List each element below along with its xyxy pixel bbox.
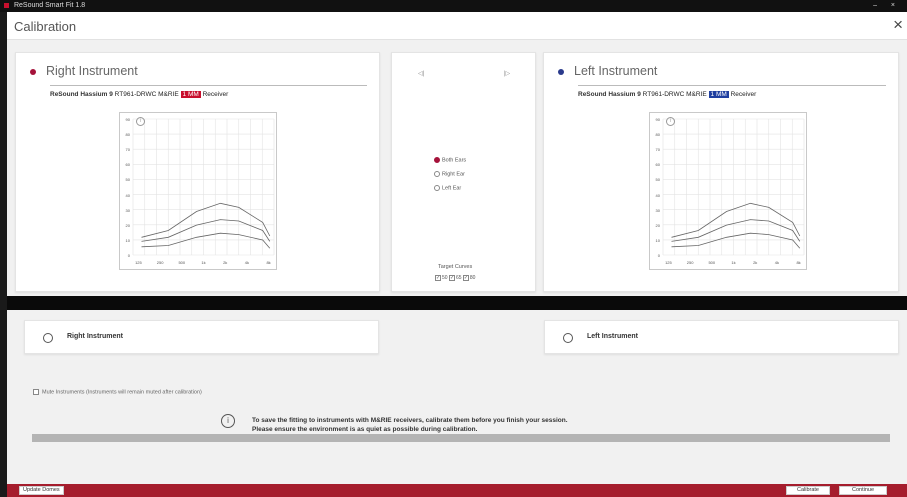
mute-instruments-option[interactable]: Mute Instruments (Instruments will remai… <box>33 389 202 395</box>
right-instrument-label: Right Instrument <box>67 333 123 340</box>
radio-button[interactable] <box>434 185 440 191</box>
radio-left-ear[interactable]: Left Ear <box>434 185 461 191</box>
y-tick-label: 50 <box>655 177 660 183</box>
x-tick-label: 500 <box>708 260 716 265</box>
right-instrument-model: ReSound Hassium 9 RT961-DRWC M&RIE 1 MM … <box>50 91 228 98</box>
y-tick-label: 10 <box>655 237 660 243</box>
y-tick-label: 30 <box>125 207 130 213</box>
receiver-model: RT961-DRWC M&RIE <box>642 91 707 98</box>
y-tick-label: 0 <box>127 253 130 258</box>
x-tick-label: 500 <box>178 260 186 265</box>
radio-both-ears[interactable]: Both Ears <box>434 157 466 163</box>
radio-right-ear[interactable]: Right Ear <box>434 171 465 177</box>
close-icon[interactable]: × <box>893 16 903 34</box>
receiver-label: Receiver <box>730 91 757 98</box>
y-tick-label: 60 <box>655 162 660 168</box>
left-instrument-selector[interactable]: Left Instrument <box>544 320 899 354</box>
continue-button[interactable]: Continue <box>839 486 887 495</box>
x-tick-label: 8k <box>266 260 271 265</box>
right-instrument-title: Right Instrument <box>46 64 138 78</box>
mute-checkbox[interactable] <box>33 389 39 395</box>
x-tick-label: 250 <box>156 260 164 265</box>
dialog-header: Calibration × <box>7 12 907 40</box>
y-tick-label: 80 <box>655 132 660 138</box>
divider <box>50 85 367 86</box>
right-instrument-dot <box>30 68 36 75</box>
graph-info-icon[interactable]: i <box>136 117 145 126</box>
window-controls[interactable]: – × <box>873 0 901 12</box>
x-tick-label: 125 <box>665 260 672 265</box>
update-domes-button[interactable]: Update Domes <box>19 486 64 495</box>
y-tick-label: 60 <box>125 162 130 168</box>
x-tick-label: 4k <box>244 260 249 265</box>
page-title: Calibration <box>14 19 77 34</box>
calibration-window: Calibration × Right Instrument ReSound H… <box>7 12 907 497</box>
info-icon: i <box>221 414 235 428</box>
y-tick-label: 20 <box>655 222 660 228</box>
right-ear-icon[interactable]: ◁| <box>418 70 424 77</box>
x-tick-label: 250 <box>686 260 694 265</box>
left-instrument-panel: Left Instrument ReSound Hassium 9 RT961-… <box>543 52 899 292</box>
left-instrument-title: Left Instrument <box>574 64 658 78</box>
graph-canvas <box>132 118 275 256</box>
app-title: ReSound Smart Fit 1.8 <box>13 2 86 9</box>
y-tick-label: 30 <box>655 207 660 213</box>
window-titlebar: ReSound Smart Fit 1.8 – × <box>0 0 907 12</box>
radio-button[interactable] <box>434 171 440 177</box>
receiver-label: Receiver <box>202 91 229 98</box>
y-tick-label: 20 <box>125 222 130 228</box>
left-instrument-label: Left Instrument <box>587 333 638 340</box>
graph-info-icon[interactable]: i <box>666 117 675 126</box>
x-tick-label: 2k <box>223 260 228 265</box>
divider <box>578 85 886 86</box>
receiver-length-badge: 1 MM <box>708 91 729 98</box>
right-response-graph: 90 80 70 60 50 40 30 20 10 0 125 250 500 1k 2k 4k 8k i <box>119 112 277 270</box>
x-tick-label: 1k <box>201 260 206 265</box>
y-tick-label: 80 <box>125 132 130 138</box>
calibration-message-line1: To save the fitting to instruments with … <box>252 417 568 424</box>
graph-canvas <box>662 118 805 256</box>
left-response-graph: 90 80 70 60 50 40 30 20 10 0 125 250 500 1k 2k 4k 8k i <box>649 112 807 270</box>
x-tick-label: 1k <box>731 260 736 265</box>
brand-name: ReSound Hassium 9 <box>50 91 113 98</box>
y-tick-label: 70 <box>655 147 660 153</box>
right-instrument-selector[interactable]: Right Instrument <box>24 320 379 354</box>
target-curves-label: Target Curves <box>438 264 473 270</box>
right-instrument-panel: Right Instrument ReSound Hassium 9 RT961… <box>15 52 380 292</box>
y-tick-label: 0 <box>657 253 660 258</box>
x-tick-label: 2k <box>753 260 758 265</box>
separator-band <box>7 296 907 310</box>
checkbox-65[interactable]: ✓ 65 <box>448 275 462 281</box>
center-options-panel: ◁| |▷ Both Ears Right Ear Left Ear Targe… <box>391 52 536 292</box>
mute-label: Mute Instruments (Instruments will remai… <box>42 389 202 396</box>
footer-bar: Update Domes Calibrate Continue <box>7 484 907 497</box>
calibration-progress-bar <box>32 434 890 442</box>
x-tick-label: 125 <box>135 260 142 265</box>
y-tick-label: 40 <box>655 192 660 198</box>
calibration-message-line2: Please ensure the environment is as quie… <box>252 426 478 433</box>
left-instrument-radio[interactable] <box>563 333 573 343</box>
left-ear-icon[interactable]: |▷ <box>504 70 510 77</box>
y-tick-label: 90 <box>655 117 660 122</box>
y-tick-label: 40 <box>125 192 130 198</box>
app-icon <box>4 2 9 8</box>
checkbox-80[interactable]: ✓ 80 <box>462 275 475 281</box>
y-tick-label: 70 <box>125 147 130 153</box>
left-instrument-dot <box>558 68 564 75</box>
checkbox-50[interactable]: ✓ 50 <box>435 275 448 281</box>
left-instrument-model: ReSound Hassium 9 RT961-DRWC M&RIE 1 MM … <box>578 91 756 98</box>
calibrate-button[interactable]: Calibrate <box>786 486 830 495</box>
brand-name: ReSound Hassium 9 <box>578 91 641 98</box>
y-tick-label: 90 <box>125 117 130 122</box>
y-tick-label: 10 <box>125 237 130 243</box>
target-curves-checkboxes: ✓ 50 ✓ 65 ✓ 80 <box>435 275 475 281</box>
x-tick-label: 4k <box>774 260 779 265</box>
receiver-length-badge: 1 MM <box>180 91 201 98</box>
receiver-model: RT961-DRWC M&RIE <box>114 91 179 98</box>
radio-button[interactable] <box>434 157 440 163</box>
right-instrument-radio[interactable] <box>43 333 53 343</box>
x-tick-label: 8k <box>796 260 801 265</box>
y-tick-label: 50 <box>125 177 130 183</box>
